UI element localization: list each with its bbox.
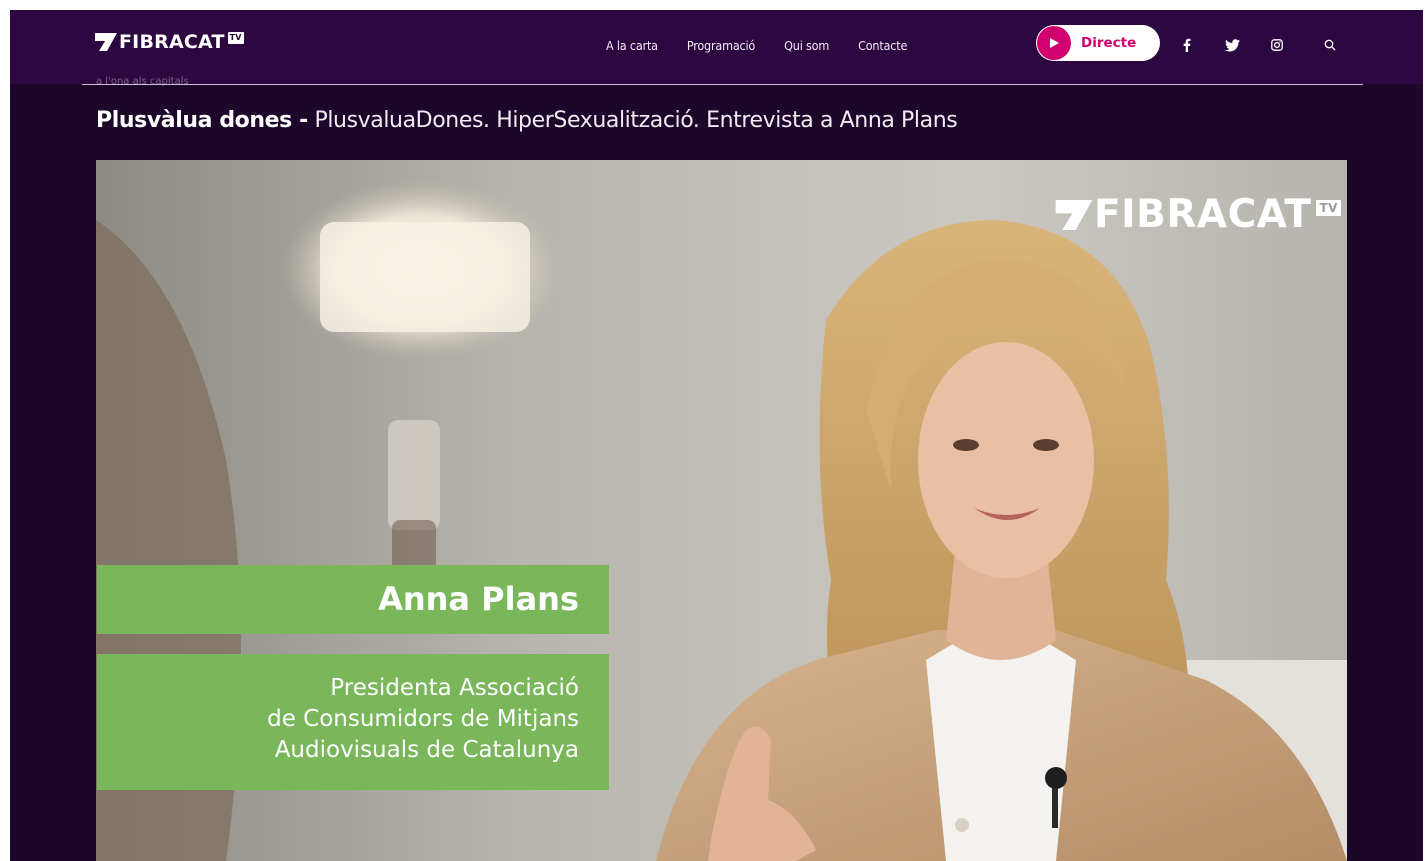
logo-tv-badge: TV bbox=[227, 32, 244, 44]
episode-title: Plusvàlua dones - PlusvaluaDones. HiperS… bbox=[96, 108, 958, 133]
role-line: Audiovisuals de Catalunya bbox=[274, 737, 579, 763]
fibracat-watermark-icon bbox=[1055, 199, 1093, 230]
main-nav: A la carta Programació Qui som Contacte bbox=[606, 28, 936, 62]
program-name[interactable]: Plusvàlua dones - bbox=[96, 108, 308, 133]
role-line: de Consumidors de Mitjans bbox=[267, 706, 579, 732]
header-divider bbox=[82, 84, 1363, 85]
live-button[interactable]: Directe bbox=[1036, 25, 1160, 61]
episode-name: PlusvaluaDones. HiperSexualització. Entr… bbox=[314, 108, 958, 133]
nav-a-la-carta[interactable]: A la carta bbox=[606, 38, 658, 53]
logo-text: FIBRACAT bbox=[119, 31, 225, 53]
video-player[interactable]: FIBRACAT TV Anna Plans Presidenta Associ… bbox=[96, 160, 1347, 861]
facebook-icon[interactable] bbox=[1179, 37, 1195, 53]
twitter-icon[interactable] bbox=[1224, 37, 1240, 53]
search-icon[interactable] bbox=[1322, 37, 1338, 53]
site-tagline: a l'ona als capitals bbox=[96, 76, 189, 87]
live-button-label: Directe bbox=[1081, 35, 1137, 51]
page-frame: FIBRACAT TV a l'ona als capitals A la ca… bbox=[10, 10, 1423, 861]
play-icon bbox=[1037, 26, 1071, 60]
watermark-tv-badge: TV bbox=[1316, 199, 1341, 216]
lower-third-name: Anna Plans bbox=[97, 565, 609, 634]
nav-contacte[interactable]: Contacte bbox=[858, 38, 907, 53]
lower-third-role: Presidenta Associació de Consumidors de … bbox=[97, 654, 609, 790]
instagram-icon[interactable] bbox=[1269, 37, 1285, 53]
watermark-text: FIBRACAT bbox=[1094, 192, 1312, 237]
nav-programacio[interactable]: Programació bbox=[687, 38, 755, 53]
nav-qui-som[interactable]: Qui som bbox=[784, 38, 829, 53]
role-line: Presidenta Associació bbox=[330, 675, 579, 701]
fibracat-logo-icon bbox=[95, 33, 117, 51]
top-navigation-bar: FIBRACAT TV a l'ona als capitals A la ca… bbox=[10, 10, 1423, 87]
site-logo[interactable]: FIBRACAT TV bbox=[94, 30, 244, 54]
video-watermark: FIBRACAT TV bbox=[1054, 192, 1341, 237]
